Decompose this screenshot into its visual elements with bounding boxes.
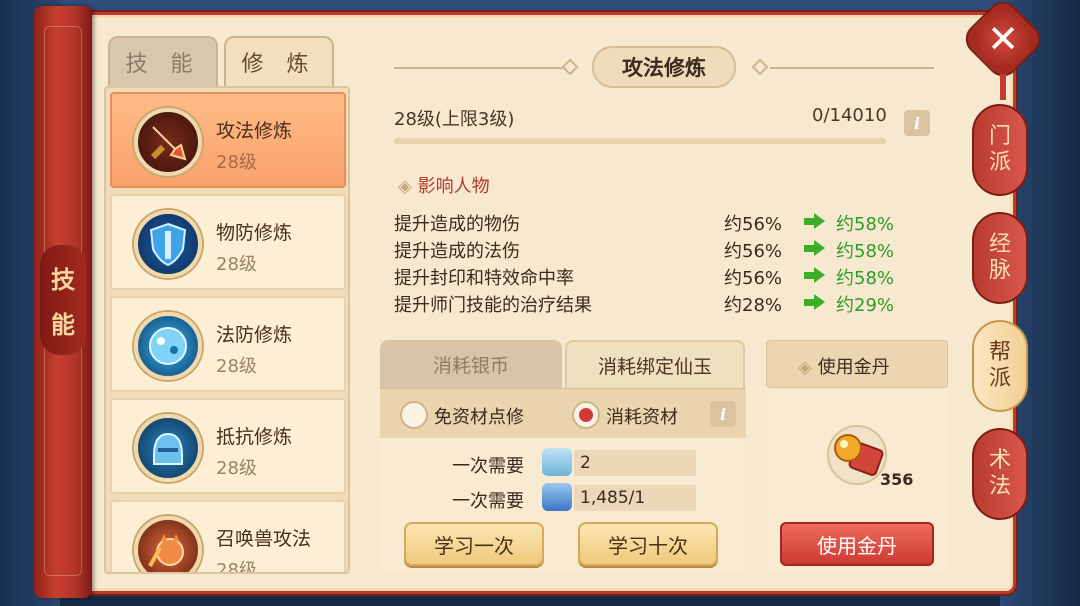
tab-cost-jade[interactable]: 消耗绑定仙玉 (565, 340, 745, 388)
banner-line-left (394, 67, 570, 69)
effect-label: 提升造成的物伤 (394, 214, 520, 235)
side-tab-char: 门 (988, 123, 1011, 149)
list-item-resistance[interactable]: 抵抗修炼 28级 (110, 398, 346, 494)
requirement-label: 一次需要 (452, 456, 524, 477)
effect-next: 约58% (836, 241, 895, 262)
requirement-value: 2 (574, 450, 696, 476)
list-item-pet-attack[interactable]: 召唤兽攻法 28级 (110, 500, 346, 574)
arrow-right-icon (804, 213, 826, 229)
spine-title-char-2: 能 (51, 310, 75, 339)
side-tab-char: 派 (988, 366, 1011, 391)
effect-label: 提升造成的法伤 (394, 241, 520, 262)
info-icon[interactable]: i (710, 401, 736, 427)
side-tab-char: 派 (988, 150, 1011, 175)
list-item-magic-defense[interactable]: 法防修炼 28级 (110, 296, 346, 392)
influence-title-text: 影响人物 (417, 176, 490, 197)
shield-icon (134, 210, 202, 278)
effect-next: 约58% (836, 268, 895, 289)
side-tab-char: 脉 (988, 258, 1011, 283)
tassel-decoration (1000, 74, 1006, 100)
level-text: 28级(上限3级) (394, 109, 515, 130)
arrow-right-icon (804, 294, 826, 310)
pill-header-text: 使用金丹 (817, 357, 890, 378)
golden-pill-icon[interactable] (826, 424, 888, 486)
arrow-right-icon (804, 240, 826, 256)
arrow-right-icon (804, 267, 826, 283)
silver-icon (542, 448, 572, 476)
skill-level: 28级 (216, 458, 257, 479)
effect-row: 提升师门技能的治疗结果 约28% 约29% (394, 291, 894, 317)
skill-name: 法防修炼 (216, 324, 293, 346)
effect-current: 约56% (724, 268, 783, 289)
helmet-icon (134, 414, 202, 482)
skill-list[interactable]: 攻法修炼 28级 物防修炼 28级 法防修炼 28级 抵抗修炼 28级 召唤兽攻… (104, 86, 350, 574)
skill-level: 28级 (216, 356, 257, 377)
side-tab-char: 经 (988, 231, 1011, 257)
close-icon[interactable]: ✕ (980, 14, 1026, 64)
side-tab-magic[interactable]: 术 法 (972, 428, 1028, 520)
side-tab-guild[interactable]: 帮 派 (972, 320, 1028, 412)
effect-label: 提升封印和特效命中率 (394, 268, 574, 289)
diamond-bullet-icon: ◈ (398, 176, 412, 197)
spine-title: 技 能 (40, 245, 86, 355)
effect-next: 约58% (836, 214, 895, 235)
radio-free[interactable] (400, 401, 428, 429)
pet-icon (134, 516, 202, 572)
info-icon[interactable]: i (904, 110, 930, 136)
diamond-bullet-icon: ◈ (798, 357, 812, 378)
influence-title: ◈ 影响人物 (398, 172, 490, 198)
effect-current: 约56% (724, 241, 783, 262)
pill-header-title: ◈ 使用金丹 (798, 353, 890, 379)
effect-next: 约29% (836, 295, 895, 316)
effect-current: 约56% (724, 214, 783, 235)
tab-cultivation[interactable]: 修 炼 (224, 36, 334, 86)
side-tab-char: 帮 (988, 339, 1011, 365)
sword-icon (134, 108, 202, 176)
exp-text: 0/14010 (812, 105, 887, 126)
jade-icon (542, 483, 572, 511)
pill-count: 356 (880, 470, 914, 489)
requirement-label: 一次需要 (452, 491, 524, 512)
spine-title-char-1: 技 (51, 265, 75, 294)
page-title: 攻法修炼 (592, 46, 736, 88)
radio-free-label: 免资材点修 (434, 407, 524, 428)
skill-level: 28级 (216, 560, 257, 574)
skill-name: 抵抗修炼 (216, 426, 293, 448)
radio-consume[interactable] (572, 401, 600, 429)
list-item-attack[interactable]: 攻法修炼 28级 (110, 92, 346, 188)
tab-skills[interactable]: 技 能 (108, 36, 218, 86)
side-tab-meridian[interactable]: 经 脉 (972, 212, 1028, 304)
requirement-value: 1,485/1 (574, 485, 696, 511)
effect-row: 提升封印和特效命中率 约56% 约58% (394, 264, 894, 290)
orb-icon (134, 312, 202, 380)
skill-name: 召唤兽攻法 (216, 528, 312, 550)
use-pill-button[interactable]: 使用金丹 (780, 522, 934, 566)
learn-once-button[interactable]: 学习一次 (404, 522, 544, 566)
banner-line-right (770, 67, 934, 69)
side-tab-char: 法 (988, 474, 1011, 499)
list-item-physical-defense[interactable]: 物防修炼 28级 (110, 194, 346, 290)
skill-name: 攻法修炼 (216, 120, 293, 142)
skill-name: 物防修炼 (216, 222, 293, 244)
skill-level: 28级 (216, 152, 257, 173)
effect-current: 约28% (724, 295, 783, 316)
exp-progress-bar (394, 138, 886, 144)
skill-level: 28级 (216, 254, 257, 275)
effect-row: 提升造成的法伤 约56% 约58% (394, 237, 894, 263)
radio-consume-label: 消耗资材 (606, 407, 678, 428)
side-tab-char: 术 (988, 447, 1011, 473)
learn-ten-button[interactable]: 学习十次 (578, 522, 718, 566)
side-tab-sect[interactable]: 门 派 (972, 104, 1028, 196)
tab-cost-silver[interactable]: 消耗银币 (380, 340, 562, 388)
effect-row: 提升造成的物伤 约56% 约58% (394, 210, 894, 236)
effect-label: 提升师门技能的治疗结果 (394, 295, 592, 316)
resource-radio-row: 免资材点修 消耗资材 i (380, 388, 746, 438)
